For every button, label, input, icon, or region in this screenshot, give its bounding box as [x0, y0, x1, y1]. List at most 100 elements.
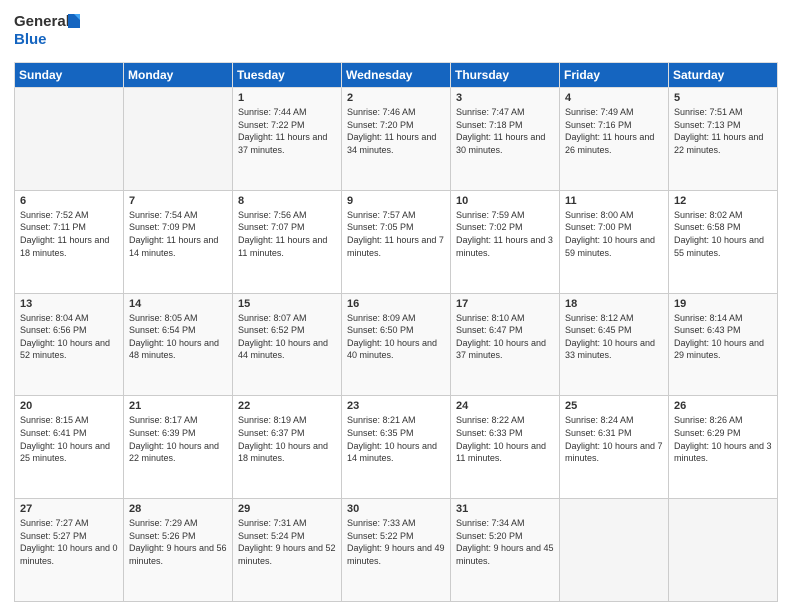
daylight-text: Daylight: 9 hours and 52 minutes. [238, 542, 336, 567]
sunrise-text: Sunrise: 7:33 AM [347, 517, 445, 530]
sunset-text: Sunset: 6:54 PM [129, 324, 227, 337]
sunrise-text: Sunrise: 7:52 AM [20, 209, 118, 222]
logo: GeneralBlue [14, 10, 84, 54]
day-info: Sunrise: 7:56 AMSunset: 7:07 PMDaylight:… [238, 209, 336, 259]
sunrise-text: Sunrise: 8:24 AM [565, 414, 663, 427]
calendar-cell: 25Sunrise: 8:24 AMSunset: 6:31 PMDayligh… [560, 396, 669, 499]
day-number: 10 [456, 195, 554, 207]
day-info: Sunrise: 8:07 AMSunset: 6:52 PMDaylight:… [238, 312, 336, 362]
sunrise-text: Sunrise: 8:17 AM [129, 414, 227, 427]
day-number: 21 [129, 400, 227, 412]
weekday-header-sunday: Sunday [15, 63, 124, 88]
daylight-text: Daylight: 10 hours and 44 minutes. [238, 337, 336, 362]
calendar-cell: 15 Sunrise: 8:07 AMSunset: 6:52 PMDayligh… [233, 293, 342, 396]
sunrise-text: Sunrise: 7:59 AM [456, 209, 554, 222]
daylight-text: Daylight: 10 hours and 40 minutes. [347, 337, 445, 362]
calendar-cell: 29Sunrise: 7:31 AMSunset: 5:24 PMDayligh… [233, 499, 342, 602]
sunrise-text: Sunrise: 8:07 AM [238, 312, 336, 325]
sunrise-text: Sunrise: 7:57 AM [347, 209, 445, 222]
daylight-text: Daylight: 10 hours and 33 minutes. [565, 337, 663, 362]
calendar-cell: 18Sunrise: 8:12 AMSunset: 6:45 PMDayligh… [560, 293, 669, 396]
calendar-cell: 6Sunrise: 7:52 AMSunset: 7:11 PMDaylight… [15, 190, 124, 293]
day-info: Sunrise: 8:10 AMSunset: 6:47 PMDaylight:… [456, 312, 554, 362]
day-info: Sunrise: 8:09 AMSunset: 6:50 PMDaylight:… [347, 312, 445, 362]
sunset-text: Sunset: 5:20 PM [456, 530, 554, 543]
sunrise-text: Sunrise: 8:26 AM [674, 414, 772, 427]
day-info: Sunrise: 8:19 AMSunset: 6:37 PMDaylight:… [238, 414, 336, 464]
header: GeneralBlue [14, 10, 778, 54]
weekday-header-friday: Friday [560, 63, 669, 88]
calendar-cell: 22 Sunrise: 8:19 AMSunset: 6:37 PMDayligh… [233, 396, 342, 499]
daylight-text: Daylight: 10 hours and 0 minutes. [20, 542, 118, 567]
day-info: Sunrise: 7:47 AMSunset: 7:18 PMDaylight:… [456, 106, 554, 156]
day-number: 3 [456, 92, 554, 104]
day-info: Sunrise: 8:05 AMSunset: 6:54 PMDaylight:… [129, 312, 227, 362]
calendar-cell: 19Sunrise: 8:14 AMSunset: 6:43 PMDayligh… [669, 293, 778, 396]
day-number: 24 [456, 400, 554, 412]
daylight-text: Daylight: 11 hours and 3 minutes. [456, 234, 554, 259]
svg-text:Blue: Blue [14, 31, 47, 48]
sunrise-text: Sunrise: 8:09 AM [347, 312, 445, 325]
calendar-row-0: 1Sunrise: 7:44 AMSunset: 7:22 PMDaylight… [15, 88, 778, 191]
day-number: 29 [238, 503, 336, 515]
day-number: 5 [674, 92, 772, 104]
daylight-text: Daylight: 10 hours and 37 minutes. [456, 337, 554, 362]
day-number: 4 [565, 92, 663, 104]
daylight-text: Daylight: 10 hours and 55 minutes. [674, 234, 772, 259]
sunset-text: Sunset: 7:05 PM [347, 221, 445, 234]
calendar-cell: 13Sunrise: 8:04 AMSunset: 6:56 PMDayligh… [15, 293, 124, 396]
day-info: Sunrise: 7:29 AMSunset: 5:26 PMDaylight:… [129, 517, 227, 567]
day-info: Sunrise: 7:52 AMSunset: 7:11 PMDaylight:… [20, 209, 118, 259]
day-info: Sunrise: 8:00 AMSunset: 7:00 PMDaylight:… [565, 209, 663, 259]
calendar-cell: 11Sunrise: 8:00 AMSunset: 7:00 PMDayligh… [560, 190, 669, 293]
day-info: Sunrise: 8:24 AMSunset: 6:31 PMDaylight:… [565, 414, 663, 464]
daylight-text: Daylight: 9 hours and 45 minutes. [456, 542, 554, 567]
daylight-text: Daylight: 9 hours and 49 minutes. [347, 542, 445, 567]
day-number: 14 [129, 298, 227, 310]
daylight-text: Daylight: 11 hours and 37 minutes. [238, 131, 336, 156]
sunset-text: Sunset: 7:07 PM [238, 221, 336, 234]
calendar-cell: 30Sunrise: 7:33 AMSunset: 5:22 PMDayligh… [342, 499, 451, 602]
day-info: Sunrise: 7:49 AMSunset: 7:16 PMDaylight:… [565, 106, 663, 156]
calendar-row-2: 13Sunrise: 8:04 AMSunset: 6:56 PMDayligh… [15, 293, 778, 396]
calendar-cell: 28Sunrise: 7:29 AMSunset: 5:26 PMDayligh… [124, 499, 233, 602]
daylight-text: Daylight: 11 hours and 26 minutes. [565, 131, 663, 156]
sunset-text: Sunset: 7:11 PM [20, 221, 118, 234]
sunset-text: Sunset: 5:22 PM [347, 530, 445, 543]
calendar-cell: 12Sunrise: 8:02 AMSunset: 6:58 PMDayligh… [669, 190, 778, 293]
calendar-row-4: 27Sunrise: 7:27 AMSunset: 5:27 PMDayligh… [15, 499, 778, 602]
daylight-text: Daylight: 11 hours and 30 minutes. [456, 131, 554, 156]
daylight-text: Daylight: 11 hours and 22 minutes. [674, 131, 772, 156]
sunrise-text: Sunrise: 7:47 AM [456, 106, 554, 119]
day-info: Sunrise: 8:15 AMSunset: 6:41 PMDaylight:… [20, 414, 118, 464]
daylight-text: Daylight: 10 hours and 29 minutes. [674, 337, 772, 362]
day-number: 9 [347, 195, 445, 207]
calendar-cell: 14 Sunrise: 8:05 AMSunset: 6:54 PMDayligh… [124, 293, 233, 396]
svg-text:General: General [14, 13, 70, 30]
day-number: 1 [238, 92, 336, 104]
calendar-cell: 21Sunrise: 8:17 AMSunset: 6:39 PMDayligh… [124, 396, 233, 499]
daylight-text: Daylight: 11 hours and 18 minutes. [20, 234, 118, 259]
calendar-cell: 4 Sunrise: 7:49 AMSunset: 7:16 PMDaylight… [560, 88, 669, 191]
calendar-cell: 16Sunrise: 8:09 AMSunset: 6:50 PMDayligh… [342, 293, 451, 396]
sunset-text: Sunset: 6:47 PM [456, 324, 554, 337]
sunrise-text: Sunrise: 7:34 AM [456, 517, 554, 530]
sunset-text: Sunset: 7:02 PM [456, 221, 554, 234]
sunrise-text: Sunrise: 7:44 AM [238, 106, 336, 119]
day-number: 8 [238, 195, 336, 207]
sunset-text: Sunset: 6:41 PM [20, 427, 118, 440]
calendar-cell: 5Sunrise: 7:51 AMSunset: 7:13 PMDaylight… [669, 88, 778, 191]
day-number: 22 [238, 400, 336, 412]
sunset-text: Sunset: 7:22 PM [238, 119, 336, 132]
calendar-cell: 3 Sunrise: 7:47 AMSunset: 7:18 PMDaylight… [451, 88, 560, 191]
sunrise-text: Sunrise: 8:00 AM [565, 209, 663, 222]
calendar-cell: 2Sunrise: 7:46 AMSunset: 7:20 PMDaylight… [342, 88, 451, 191]
daylight-text: Daylight: 10 hours and 25 minutes. [20, 440, 118, 465]
weekday-header-thursday: Thursday [451, 63, 560, 88]
daylight-text: Daylight: 10 hours and 59 minutes. [565, 234, 663, 259]
day-number: 15 [238, 298, 336, 310]
sunset-text: Sunset: 6:43 PM [674, 324, 772, 337]
sunrise-text: Sunrise: 7:29 AM [129, 517, 227, 530]
calendar-cell: 10 Sunrise: 7:59 AMSunset: 7:02 PMDayligh… [451, 190, 560, 293]
daylight-text: Daylight: 11 hours and 14 minutes. [129, 234, 227, 259]
